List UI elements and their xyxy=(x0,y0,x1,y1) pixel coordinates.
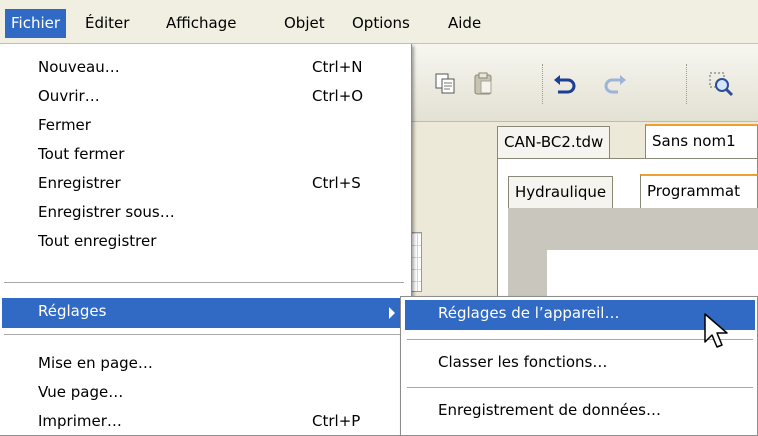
application-window: CAN-BC2.tdw Sans nom1 Hydraulique Progra… xyxy=(0,0,758,436)
zoom-icon[interactable] xyxy=(704,70,736,98)
menu-item-label: Réglages de l’appareil… xyxy=(438,304,620,322)
tab-can-bc2[interactable]: CAN-BC2.tdw xyxy=(497,126,611,158)
menu-item-label: Réglages xyxy=(38,302,107,320)
menu-item-fermer[interactable]: Fermer xyxy=(0,112,408,141)
menu-item-label: Tout fermer xyxy=(38,145,125,163)
submenu-arrow-icon xyxy=(389,307,395,319)
menu-item-mise-en-page[interactable]: Mise en page… xyxy=(0,350,408,379)
menu-separator xyxy=(407,339,753,341)
menu-item-label: Tout enregistrer xyxy=(38,232,157,250)
menu-item-tout-enregistrer[interactable]: Tout enregistrer xyxy=(0,228,408,257)
menu-item-vue-page[interactable]: Vue page… xyxy=(0,379,408,408)
menu-item-label: Enregistrer sous… xyxy=(38,203,175,221)
menu-item-label: Nouveau… xyxy=(38,58,120,76)
menu-item-label: Imprimer… xyxy=(38,412,122,430)
menu-item-shortcut: Ctrl+P xyxy=(312,412,361,430)
toolbar xyxy=(410,44,758,122)
menu-separator xyxy=(4,334,404,336)
menu-affichage[interactable]: Affichage xyxy=(160,9,242,38)
tab-sans-nom1[interactable]: Sans nom1 xyxy=(645,124,758,158)
menu-item-shortcut: Ctrl+N xyxy=(312,58,363,76)
menu-item-shortcut: Ctrl+O xyxy=(312,87,364,105)
menu-item-imprimer[interactable]: Imprimer… Ctrl+P xyxy=(0,408,408,436)
paste-icon[interactable] xyxy=(468,70,500,98)
menu-item-enregistrer-sous[interactable]: Enregistrer sous… xyxy=(0,199,408,228)
undo-icon[interactable] xyxy=(548,70,580,98)
menu-fichier[interactable]: Fichier xyxy=(5,9,67,38)
menu-item-classer-fonctions[interactable]: Classer les fonctions… xyxy=(405,349,755,379)
menu-editer[interactable]: Éditer xyxy=(79,9,135,38)
mouse-cursor-icon xyxy=(703,312,729,352)
toolbar-separator xyxy=(686,64,688,104)
menu-separator xyxy=(407,387,753,389)
menu-item-nouveau[interactable]: Nouveau… Ctrl+N xyxy=(0,54,408,83)
menu-item-label: Classer les fonctions… xyxy=(438,353,608,371)
menu-item-label: Vue page… xyxy=(38,383,124,401)
menu-item-label: Enregistrer xyxy=(38,174,121,192)
tab-hydraulique[interactable]: Hydraulique xyxy=(508,176,614,208)
tab-programmation[interactable]: Programmat xyxy=(640,174,758,208)
menu-item-label: Fermer xyxy=(38,116,91,134)
menu-item-enregistrer[interactable]: Enregistrer Ctrl+S xyxy=(0,170,408,199)
menubar: Fichier Éditer Affichage Objet Options A… xyxy=(0,0,758,44)
file-menu: Nouveau… Ctrl+N Ouvrir… Ctrl+O Fermer To… xyxy=(0,44,412,436)
redo-icon[interactable] xyxy=(600,70,632,98)
menu-objet[interactable]: Objet xyxy=(278,9,331,38)
menu-item-tout-fermer[interactable]: Tout fermer xyxy=(0,141,408,170)
toolbar-separator xyxy=(542,64,544,104)
menu-aide[interactable]: Aide xyxy=(442,9,487,38)
menu-item-reglages[interactable]: Réglages xyxy=(2,298,406,328)
menu-item-label: Enregistrement de données… xyxy=(438,401,662,419)
menu-item-enregistrement-donnees[interactable]: Enregistrement de données… xyxy=(405,397,755,427)
menu-item-label: Ouvrir… xyxy=(38,87,100,105)
menu-item-ouvrir[interactable]: Ouvrir… Ctrl+O xyxy=(0,83,408,112)
menu-item-shortcut: Ctrl+S xyxy=(312,174,361,192)
menu-item-label: Mise en page… xyxy=(38,354,153,372)
copy-icon[interactable] xyxy=(430,70,462,98)
menu-separator xyxy=(4,282,404,284)
menu-options[interactable]: Options xyxy=(346,9,416,38)
